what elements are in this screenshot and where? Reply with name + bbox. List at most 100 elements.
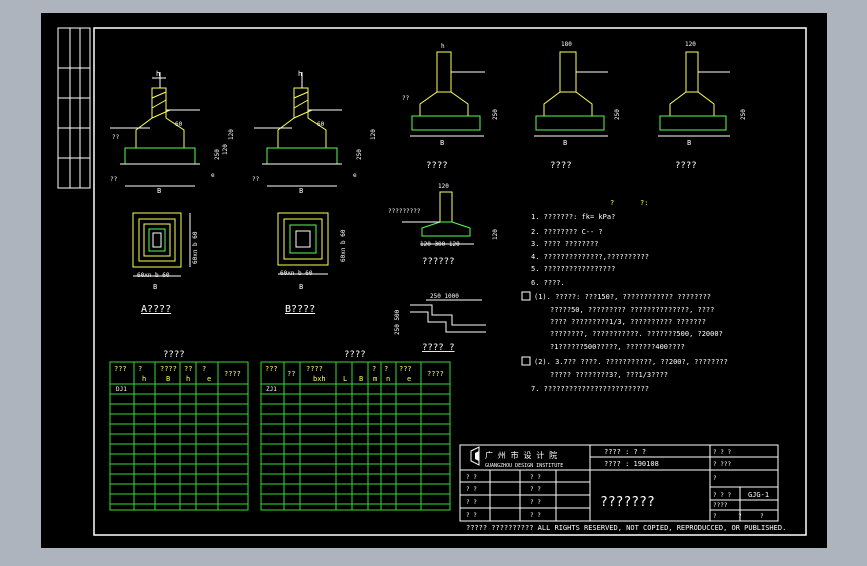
step-dims: 250 1000: [430, 293, 459, 300]
step-title: ???? ?: [422, 343, 455, 353]
column-1-dim-label: 250: [492, 109, 499, 120]
note-7: 7. ?????????????????????????: [531, 385, 649, 393]
note-6-1b: ?????50, ????????? ??????????????, ????: [550, 306, 714, 314]
detail-dims: 120 300 120: [420, 241, 460, 248]
table-b-h0: ???: [265, 365, 278, 373]
tb-mid-2: ? ?: [530, 486, 541, 493]
note-6-2: (2). 3.7?? ????. ???????????, ??200?, ??…: [534, 358, 728, 366]
note-6-1: (1). ?????: ???150?, ???????????? ??????…: [534, 293, 711, 301]
number-row: ???? : 190108: [604, 460, 659, 468]
table-a-h4: ?: [202, 365, 206, 373]
plan-b-b-label: B: [299, 283, 303, 291]
tb-mid-4: ? ?: [530, 512, 541, 519]
footing-a-q-label: ??: [110, 176, 118, 183]
column-1-b-label: B: [440, 139, 444, 147]
table-b-s5: m: [373, 375, 377, 383]
plan-a-b-label: B: [153, 283, 157, 291]
footing-b-slope-label: 60: [317, 121, 325, 128]
plan-a-side-dims: 60xn b 60: [192, 231, 199, 264]
project-row: ???? : ? ?: [604, 448, 646, 456]
table-b-s3: L: [343, 375, 347, 383]
tb-right-2: ? ???: [713, 461, 731, 468]
note-6-1e: ?1??????500?????, ???????400????: [550, 343, 685, 351]
tb-bottom-3: ?: [760, 513, 764, 520]
detail-top-label: 120: [438, 183, 449, 190]
institute-name-cn: 广 州 市 设 计 院: [485, 450, 557, 460]
table-a-s4: e: [207, 375, 211, 383]
table-b-s2: bxh: [313, 375, 326, 383]
plan-a-dims: 60xn b 60: [137, 272, 170, 279]
notes-yellow-1: ?: [610, 199, 614, 207]
column-2-b-label: B: [563, 139, 567, 147]
column-2-width-label: 180: [561, 41, 572, 48]
plan-b-dims: 60xn b 60: [280, 270, 313, 277]
column-3-width-label: 120: [685, 41, 696, 48]
footing-a-slope-label: 60: [175, 121, 183, 128]
note-6-1d: ????????, ???????????. ???????500, ?2000…: [550, 330, 723, 338]
table-b-h6: ????: [427, 370, 444, 378]
copyright-footer: ????? ?????????? ALL RIGHTS RESERVED, NO…: [466, 524, 786, 532]
tb-right-4: ? ? ?: [713, 492, 731, 499]
table-a-s1: h: [142, 375, 146, 383]
footing-a-dim2-label: 120: [222, 144, 229, 155]
table-a-s3: h: [186, 375, 190, 383]
footing-a-e-label: e: [211, 172, 215, 179]
footing-a-dim3-label: 120: [228, 129, 235, 140]
table-a-first-row: DJ1: [116, 386, 127, 393]
tb-left-1: ? ?: [466, 474, 477, 481]
note-6-1c: ???? ?????????1/3, ?????????? ???????: [550, 318, 706, 326]
table-a-h2: ????: [160, 365, 177, 373]
step-side-dims: 250 500: [394, 309, 401, 335]
table-a-s2: B: [166, 375, 170, 383]
footing-a-dim-label: 250: [214, 149, 221, 160]
tb-mid-1: ? ?: [530, 474, 541, 481]
column-3-title: ????: [675, 161, 697, 171]
tb-bottom-2: ?: [738, 513, 742, 520]
tb-left-2: ? ?: [466, 486, 477, 493]
column-1-h-label: h: [441, 43, 445, 50]
detail-pile-label: ?????????: [388, 208, 421, 215]
footing-b-dim-label: 250: [356, 149, 363, 160]
table-a-h5: ????: [224, 370, 241, 378]
column-2-dim-label: 250: [614, 109, 621, 120]
note-2: 2. ???????? C-- ?: [531, 228, 603, 236]
footing-b-q-label: ??: [252, 176, 260, 183]
tb-left-4: ? ?: [466, 512, 477, 519]
drawing-canvas: h B ?? ?? 60 250 120 120 e h B ?? 60 250…: [41, 13, 827, 548]
table-b-title: ????: [344, 350, 366, 360]
footing-b-h-label: h: [298, 70, 302, 78]
detail-side-label: 120: [492, 229, 499, 240]
note-3: 3. ???? ????????: [531, 240, 598, 248]
note-4: 4. ??????????????,??????????: [531, 253, 649, 261]
table-b-h2: ????: [306, 365, 323, 373]
notes-yellow-2: ?:: [640, 199, 648, 207]
column-1-title: ????: [426, 161, 448, 171]
table-b-h3: ?: [372, 365, 376, 373]
note-6-2b: ????? ????????3?, ???1/3????: [550, 371, 668, 379]
column-3-b-label: B: [687, 139, 691, 147]
tb-right-5: ????: [713, 502, 728, 509]
footing-b-b-label: B: [299, 187, 303, 195]
table-a-h3: ??: [184, 365, 192, 373]
footing-a-q2-label: ??: [112, 134, 120, 141]
canvas-background: [41, 13, 827, 548]
note-1: 1. ???????: fk= kPa?: [531, 213, 615, 221]
footing-b-dim2-label: 120: [370, 129, 377, 140]
column-2-title: ????: [550, 161, 572, 171]
footing-a-b-label: B: [157, 187, 161, 195]
table-b-h1: ??: [287, 370, 295, 378]
tb-mid-3: ? ?: [530, 499, 541, 506]
table-a-h0: ???: [114, 365, 127, 373]
drawing-number: GJG-1: [748, 491, 769, 499]
drawing-title: ???????: [600, 495, 655, 510]
tb-bottom-1: ?: [713, 513, 717, 520]
note-5: 5. ?????????????????: [531, 265, 615, 273]
cad-viewport: h B ?? ?? 60 250 120 120 e h B ?? 60 250…: [0, 0, 867, 562]
tb-right-3: ?: [713, 475, 717, 482]
column-3-dim-label: 250: [740, 109, 747, 120]
table-a-h1: ?: [138, 365, 142, 373]
table-b-s7: e: [407, 375, 411, 383]
table-b-h4: ?: [384, 365, 388, 373]
tb-left-3: ? ?: [466, 499, 477, 506]
column-1-q-label: ??: [402, 95, 410, 102]
